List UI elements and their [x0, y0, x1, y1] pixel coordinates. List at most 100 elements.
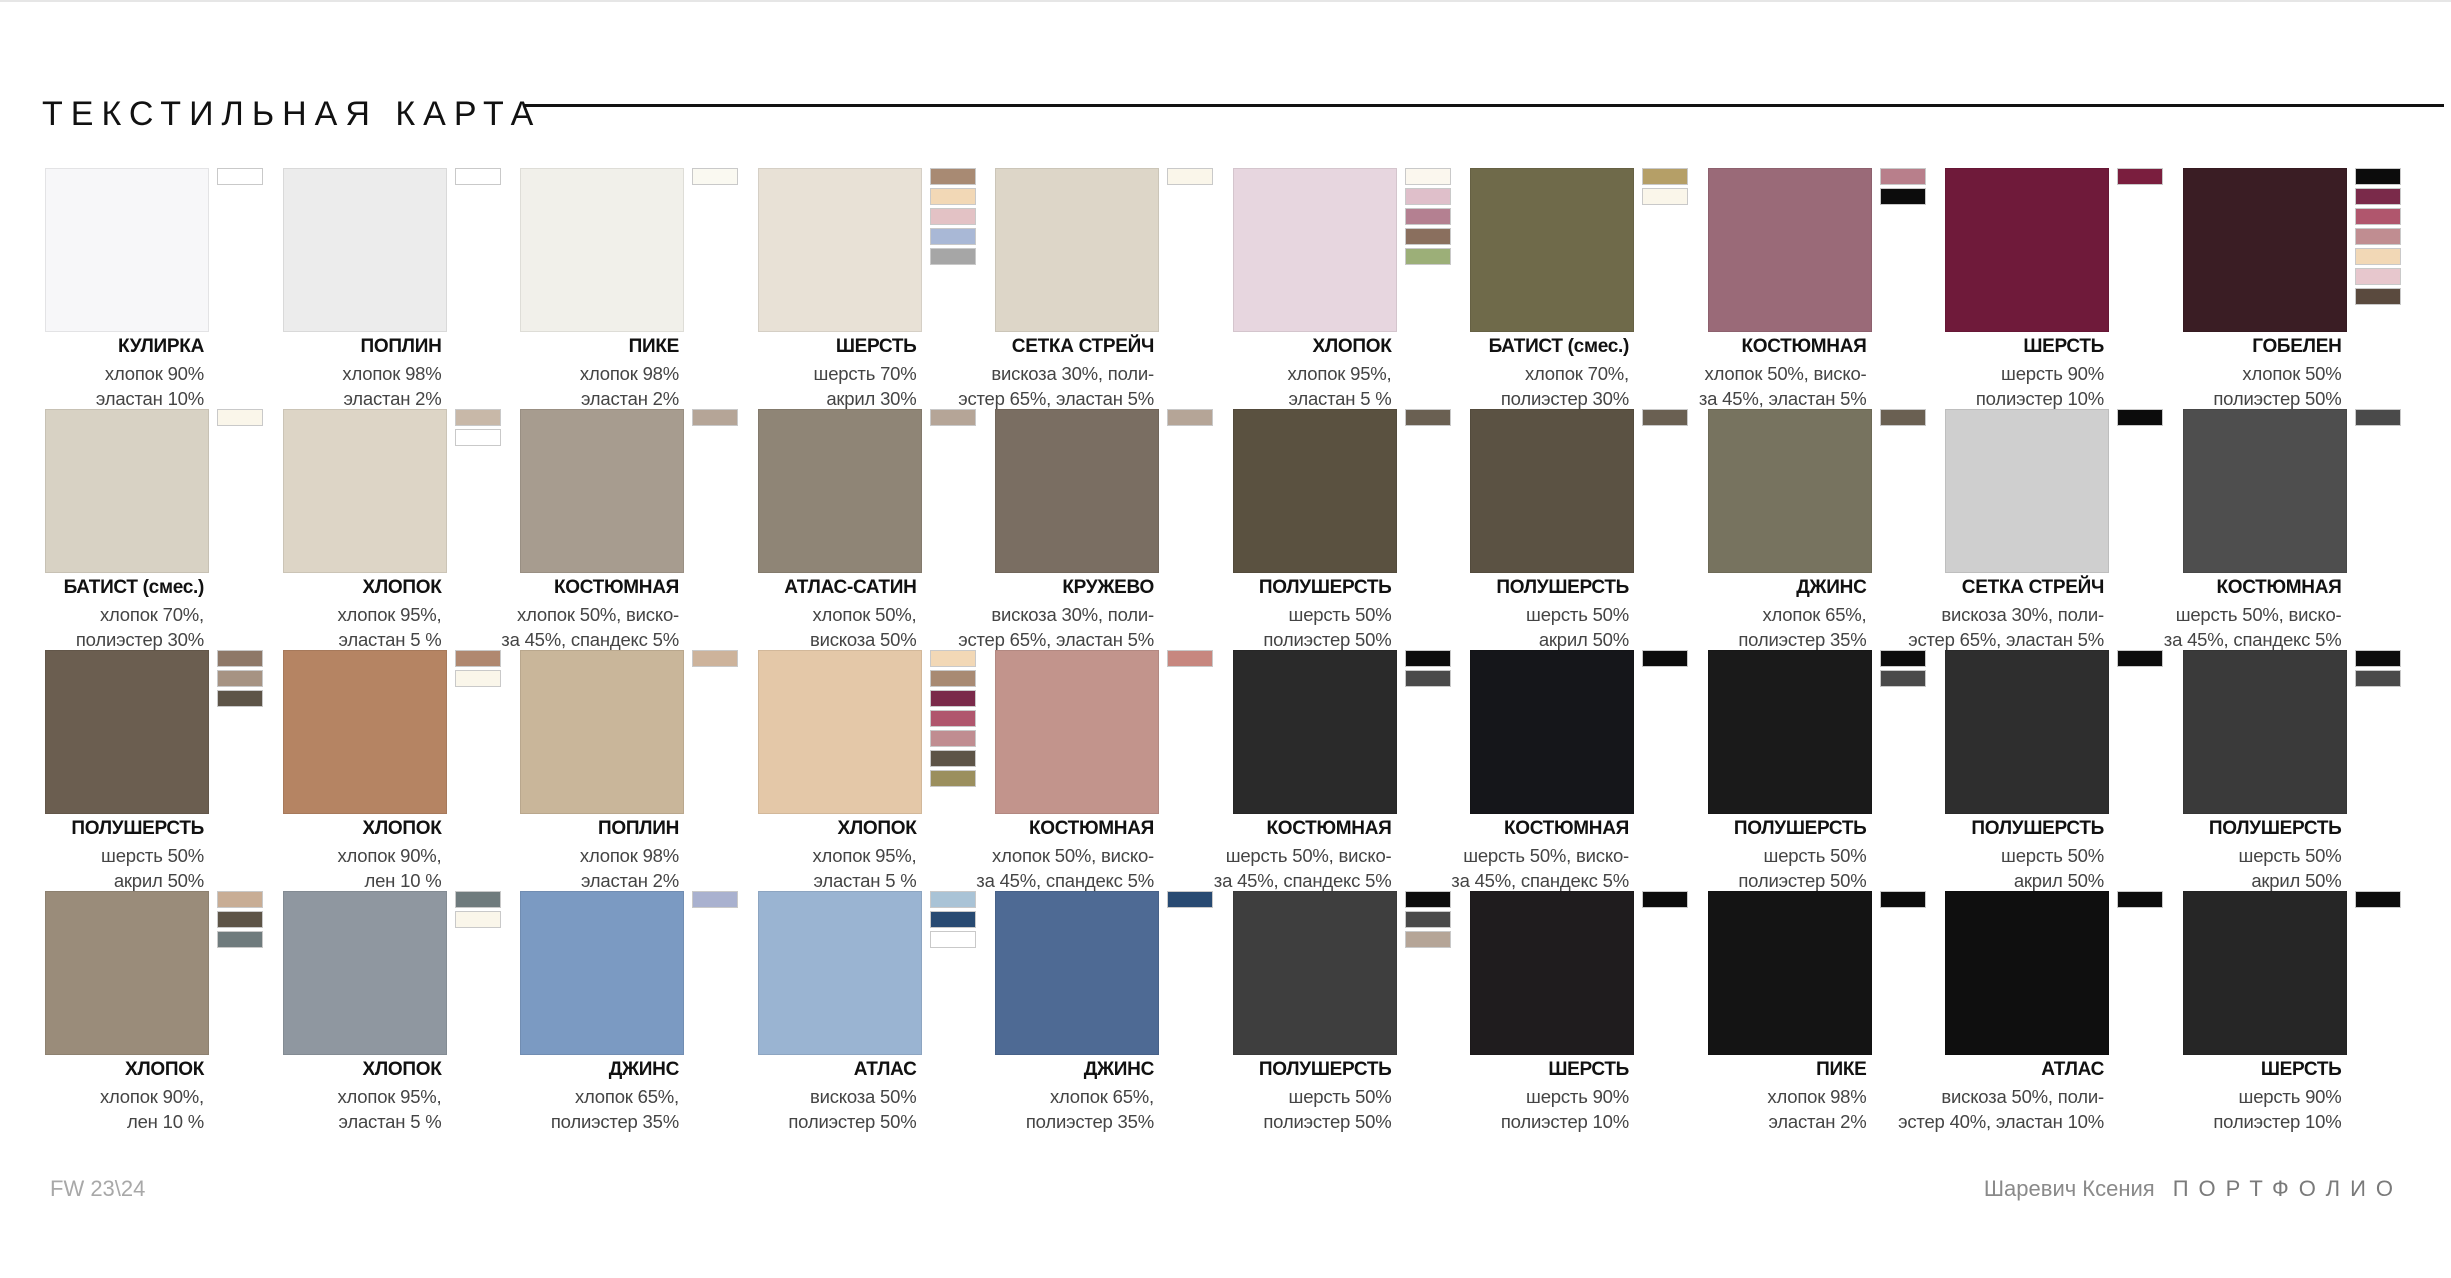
color-chip — [929, 188, 976, 205]
composition-line: хлопок 50%, виско- — [517, 604, 679, 625]
fabric-name: ПОЛУШЕРСТЬ — [1733, 818, 1867, 839]
composition-line: хлопок 95%, — [812, 845, 917, 866]
color-chip — [692, 168, 738, 185]
fabric-name: КРУЖЕВО — [1062, 577, 1154, 598]
color-palette — [1404, 891, 1453, 951]
fabric-swatch — [2182, 891, 2347, 1055]
fabric-composition: хлопок 70%, полиэстер 30% — [1389, 361, 1629, 411]
fabric-composition: шерсть 50% акрил 50% — [0, 843, 204, 893]
composition-line: полиэстер 10% — [2213, 1111, 2342, 1132]
fabric-composition: шерсть 50%, виско-за 45%, спандекс 5% — [1389, 843, 1629, 893]
color-chip — [2354, 670, 2401, 687]
fabric-composition: хлопок 65%, полиэстер 35% — [1627, 602, 1867, 652]
composition-line: шерсть 50%, виско- — [1225, 845, 1392, 866]
color-palette — [2117, 168, 2165, 188]
color-palette — [454, 650, 503, 690]
fabric-name: ХЛОПОК — [362, 577, 442, 598]
color-palette — [2117, 891, 2165, 911]
fabric-name: БАТИСТ (смес.) — [63, 577, 205, 598]
color-chip — [929, 248, 976, 265]
fabric-composition: вискоза 50% полиэстер 50% — [677, 1084, 917, 1134]
composition-line: эластан 5 % — [1288, 388, 1392, 409]
color-palette — [454, 168, 503, 188]
fabric-composition: хлопок 50%, виско-за 45%, спандекс 5% — [914, 843, 1154, 893]
composition-line: полиэстер 50% — [1738, 870, 1867, 891]
composition-line: вискоза 50% — [809, 1086, 917, 1107]
fabric-composition: шерсть 90% полиэстер 10% — [1864, 361, 2104, 411]
color-chip — [692, 650, 738, 667]
composition-line: эстер 40%, эластан 10% — [1898, 1111, 2104, 1132]
color-chip — [1404, 931, 1451, 948]
color-palette — [692, 409, 740, 429]
color-chip — [2117, 168, 2163, 185]
color-chip — [2354, 208, 2401, 225]
fabric-name: КОСТЮМНАЯ — [1028, 818, 1154, 839]
fabric-swatch — [45, 650, 209, 814]
fabric-composition: вискоза 30%, поли-эстер 65%, эластан 5% — [914, 602, 1154, 652]
composition-line: эластан 2% — [580, 388, 679, 409]
fabric-name: ПОЛУШЕРСТЬ — [2208, 818, 2342, 839]
composition-line: хлопок 65%, — [1762, 604, 1867, 625]
fabric-swatch — [520, 168, 684, 332]
fabric-name: ДЖИНС — [1796, 577, 1867, 598]
fabric-name: КОСТЮМНАЯ — [1266, 818, 1392, 839]
composition-line: полиэстер 35% — [1025, 1111, 1154, 1132]
color-palette — [1642, 650, 1690, 670]
color-chip — [692, 891, 738, 908]
fabric-swatch — [1945, 891, 2109, 1055]
composition-line: шерсть 50% — [2238, 845, 2342, 866]
composition-line: эластан 2% — [343, 388, 442, 409]
composition-line: шерсть 90% — [2238, 1086, 2342, 1107]
composition-line: за 45%, спандекс 5% — [976, 870, 1154, 891]
color-palette — [1879, 168, 1928, 208]
fabric-swatch — [1232, 409, 1397, 573]
fabric-swatch — [520, 891, 684, 1055]
composition-line: шерсть 50%, виско- — [1463, 845, 1629, 866]
composition-line: полиэстер 50% — [788, 1111, 917, 1132]
fabric-name: ШЕРСТЬ — [2023, 336, 2104, 357]
fabric-composition: шерсть 70% акрил 30% — [677, 361, 917, 411]
color-chip — [929, 670, 976, 687]
fabric-swatch — [757, 650, 922, 814]
fabric-name: ШЕРСТЬ — [1548, 1059, 1629, 1080]
fabric-name: КОСТЮМНАЯ — [553, 577, 679, 598]
fabric-name: КОСТЮМНАЯ — [1741, 336, 1867, 357]
color-chip — [1642, 188, 1688, 205]
portfolio-label: ПОРТФОЛИО — [2172, 1176, 2403, 1201]
color-chip — [2354, 891, 2401, 908]
color-chip — [1404, 248, 1451, 265]
fabric-composition: вискоза 30%, поли-эстер 65%, эластан 5% — [1864, 602, 2104, 652]
color-palette — [1642, 891, 1690, 911]
fabric-swatch — [282, 891, 447, 1055]
top-border — [0, 0, 2451, 2]
fabric-swatch — [520, 650, 684, 814]
composition-line: шерсть 50% — [1288, 1086, 1392, 1107]
color-palette — [217, 891, 265, 951]
color-palette — [2354, 891, 2403, 911]
fabric-composition: хлопок 95%, эластан 5 % — [202, 602, 441, 652]
fabric-composition: шерсть 50%, виско-за 45%, спандекс 5% — [2102, 602, 2342, 652]
color-chip — [1642, 409, 1688, 426]
fabric-name: СЕТКА СТРЕЙЧ — [1961, 577, 2105, 598]
composition-line: за 45%, спандекс 5% — [2163, 629, 2342, 650]
color-chip — [692, 409, 738, 426]
fabric-swatch — [995, 409, 1159, 573]
fabric-name: СЕТКА СТРЕЙЧ — [1011, 336, 1155, 357]
color-palette — [1642, 168, 1690, 208]
composition-line: акрил 50% — [2251, 870, 2342, 891]
composition-line: вискоза 30%, поли- — [991, 363, 1154, 384]
composition-line: полиэстер 30% — [1500, 388, 1629, 409]
color-chip — [929, 730, 976, 747]
color-chip — [1404, 911, 1451, 928]
composition-line: эластан 10% — [95, 388, 204, 409]
fabric-composition: шерсть 50% полиэстер 50% — [1627, 843, 1867, 893]
color-chip — [929, 208, 976, 225]
color-chip — [454, 168, 501, 185]
fabric-swatch — [995, 168, 1159, 332]
color-chip — [1167, 891, 1213, 908]
fabric-swatch — [1707, 650, 1872, 814]
fabric-composition: хлопок 65%, полиэстер 35% — [439, 1084, 679, 1134]
fabric-name: ШЕРСТЬ — [2260, 1059, 2342, 1080]
color-palette — [692, 168, 740, 188]
color-chip — [2354, 248, 2401, 265]
